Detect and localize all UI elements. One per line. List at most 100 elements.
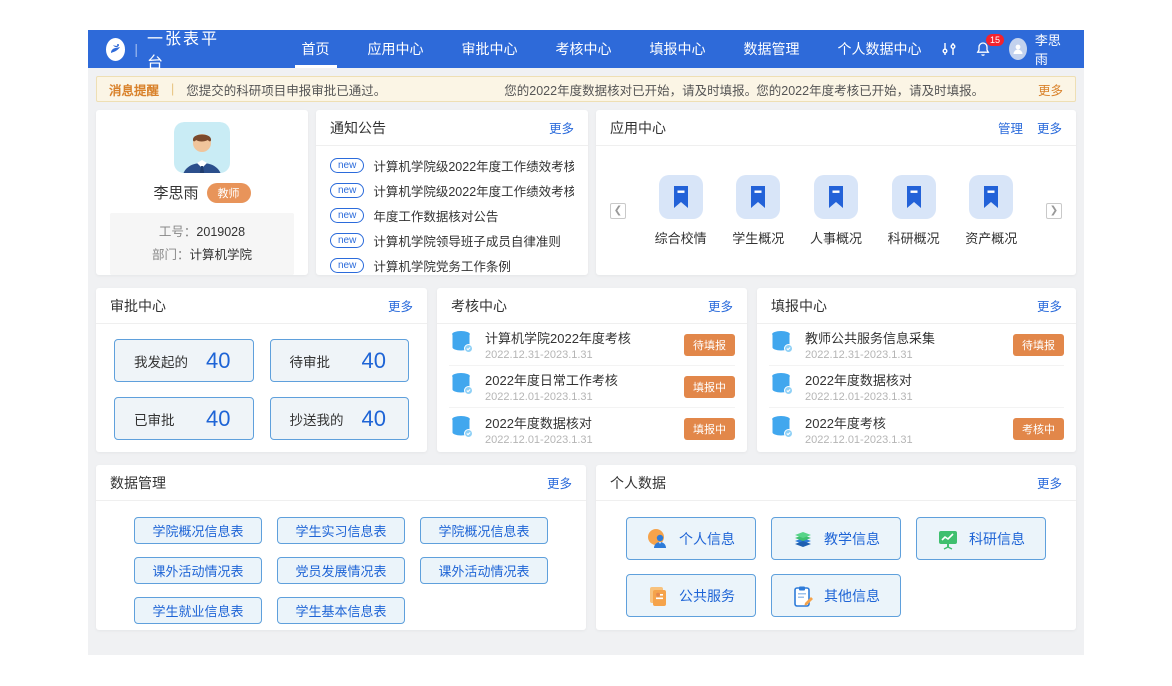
assessment-center-panel: 考核中心 更多 计算机学院2022年度考核 2022.12.31-2023.1.… <box>437 288 747 452</box>
stat-pending-approval[interactable]: 待审批 40 <box>270 339 410 382</box>
role-badge: 教师 <box>207 183 251 203</box>
clipboard-icon <box>792 585 814 607</box>
personal-data-title: 个人数据 <box>610 473 666 493</box>
data-management-panel: 数据管理 更多 学院概况信息表 学生实习信息表 学院概况信息表 课外活动情况表 … <box>96 465 586 630</box>
nav-item-approval-center[interactable]: 审批中心 <box>443 30 537 68</box>
data-management-title: 数据管理 <box>110 473 166 493</box>
notice-more-link[interactable]: 更多 <box>549 118 574 137</box>
research-info-button[interactable]: 科研信息 <box>916 517 1046 560</box>
approval-title: 审批中心 <box>110 296 166 316</box>
nav-item-reporting-center[interactable]: 填报中心 <box>631 30 725 68</box>
nav-item-home[interactable]: 首页 <box>283 30 349 68</box>
approval-center-panel: 审批中心 更多 我发起的 40 待审批 40 已审批 40 <box>96 288 427 452</box>
reporting-item[interactable]: 教师公共服务信息采集 2022.12.31-2023.1.31 待填报 <box>769 324 1064 366</box>
assessment-item[interactable]: 计算机学院2022年度考核 2022.12.31-2023.1.31 待填报 <box>449 324 735 366</box>
app-item-student-overview[interactable]: 学生概况 <box>725 175 791 247</box>
profile-avatar <box>174 122 230 173</box>
notification-count-badge: 15 <box>986 34 1004 46</box>
table-button[interactable]: 课外活动情况表 <box>420 557 548 584</box>
personal-data-grid: 个人信息 教学信息 科研信息 公共服务 <box>596 501 1076 630</box>
app-center-more-link[interactable]: 更多 <box>1037 118 1062 137</box>
assessment-item[interactable]: 2022年度数据核对 2022.12.01-2023.1.31 填报中 <box>449 408 735 450</box>
bookmark-icon <box>736 175 780 219</box>
table-button[interactable]: 学生就业信息表 <box>134 597 262 624</box>
alert-message[interactable]: 您提交的科研项目申报审批已通过。 <box>186 80 504 99</box>
brand[interactable]: | 一张表平台 <box>106 25 223 73</box>
new-badge: new <box>330 258 364 273</box>
profile-name: 李思雨 <box>153 182 198 203</box>
nav-item-data-management[interactable]: 数据管理 <box>725 30 819 68</box>
status-badge: 待填报 <box>1013 334 1064 356</box>
nav-item-personal-data-center[interactable]: 个人数据中心 <box>819 30 941 68</box>
notice-item[interactable]: new 计算机学院党务工作条例 <box>330 253 574 275</box>
user-avatar-icon <box>1009 38 1027 60</box>
new-badge: new <box>330 183 364 198</box>
public-service-button[interactable]: 公共服务 <box>626 574 756 617</box>
table-button[interactable]: 党员发展情况表 <box>277 557 405 584</box>
main-nav: 首页 应用中心 审批中心 考核中心 填报中心 数据管理 个人数据中心 <box>283 30 941 68</box>
other-info-button[interactable]: 其他信息 <box>771 574 901 617</box>
reporting-more-link[interactable]: 更多 <box>1037 296 1062 315</box>
bookmark-icon <box>659 175 703 219</box>
notice-item[interactable]: new 计算机学院级2022年度工作绩效考核结果公示 <box>330 153 574 178</box>
bookmark-icon <box>892 175 936 219</box>
app-item-hr-overview[interactable]: 人事概况 <box>803 175 869 247</box>
alert-message[interactable]: 您的2022年度考核已开始，请及时填报。 <box>756 80 1038 99</box>
status-badge: 填报中 <box>684 376 735 398</box>
personal-data-panel: 个人数据 更多 个人信息 教学信息 科研信息 <box>596 465 1076 630</box>
assessment-list: 计算机学院2022年度考核 2022.12.31-2023.1.31 待填报 2… <box>437 324 747 450</box>
app-item-research-overview[interactable]: 科研概况 <box>881 175 947 247</box>
table-button[interactable]: 学生实习信息表 <box>277 517 405 544</box>
notification-bell-icon[interactable]: 15 <box>975 39 991 59</box>
status-badge: 填报中 <box>684 418 735 440</box>
chevron-right-icon[interactable]: ❯ <box>1046 203 1062 219</box>
books-icon <box>792 528 814 550</box>
chart-board-icon <box>937 528 959 550</box>
alert-message[interactable]: 您的2022年度数据核对已开始，请及时填报。 <box>504 80 756 99</box>
assessment-title: 考核中心 <box>451 296 507 316</box>
user-name: 李思雨 <box>1035 30 1066 68</box>
new-badge: new <box>330 233 364 248</box>
stat-cc-to-me[interactable]: 抄送我的 40 <box>270 397 410 440</box>
reporting-item[interactable]: 2022年度考核 2022.12.01-2023.1.31 考核中 <box>769 408 1064 450</box>
table-button[interactable]: 学院概况信息表 <box>134 517 262 544</box>
database-icon <box>449 330 475 359</box>
notice-list: new 计算机学院级2022年度工作绩效考核结果公示 new 计算机学院级202… <box>316 146 588 275</box>
assessment-item[interactable]: 2022年度日常工作考核 2022.12.01-2023.1.31 填报中 <box>449 366 735 408</box>
personal-data-more-link[interactable]: 更多 <box>1037 473 1062 492</box>
profile-info-box: 工号：2019028 部门：计算机学院 <box>110 213 294 275</box>
notice-panel: 通知公告 更多 new 计算机学院级2022年度工作绩效考核结果公示 new 计… <box>316 110 588 275</box>
approval-stats: 我发起的 40 待审批 40 已审批 40 抄送我的 40 <box>96 324 427 452</box>
personal-info-button[interactable]: 个人信息 <box>626 517 756 560</box>
nav-item-assessment-center[interactable]: 考核中心 <box>537 30 631 68</box>
alert-more-link[interactable]: 更多 <box>1038 80 1063 99</box>
nav-item-app-center[interactable]: 应用中心 <box>349 30 443 68</box>
notice-item[interactable]: new 计算机学院级2022年度工作绩效考核办法 <box>330 178 574 203</box>
assessment-more-link[interactable]: 更多 <box>708 296 733 315</box>
app-item-asset-overview[interactable]: 资产概况 <box>958 175 1024 247</box>
person-icon <box>647 528 669 550</box>
sliders-icon[interactable] <box>941 39 957 59</box>
table-button[interactable]: 学生基本信息表 <box>277 597 405 624</box>
stat-approved[interactable]: 已审批 40 <box>114 397 254 440</box>
notice-item[interactable]: new 年度工作数据核对公告 <box>330 203 574 228</box>
app-center-manage-link[interactable]: 管理 <box>998 118 1023 137</box>
table-button[interactable]: 学院概况信息表 <box>420 517 548 544</box>
table-button[interactable]: 课外活动情况表 <box>134 557 262 584</box>
reporting-item[interactable]: 2022年度数据核对 2022.12.01-2023.1.31 <box>769 366 1064 408</box>
stat-initiated-by-me[interactable]: 我发起的 40 <box>114 339 254 382</box>
chevron-left-icon[interactable]: ❮ <box>610 203 626 219</box>
bookmark-icon <box>814 175 858 219</box>
bookmark-icon <box>969 175 1013 219</box>
data-management-more-link[interactable]: 更多 <box>547 473 572 492</box>
approval-more-link[interactable]: 更多 <box>388 296 413 315</box>
user-menu[interactable]: 李思雨 <box>1009 30 1066 68</box>
message-alert-bar: 消息提醒 | 您提交的科研项目申报审批已通过。 您的2022年度数据核对已开始，… <box>96 76 1076 102</box>
app-item-school-overview[interactable]: 综合校情 <box>648 175 714 247</box>
teaching-info-button[interactable]: 教学信息 <box>771 517 901 560</box>
app-list: 综合校情 学生概况 人事概况 科研概况 <box>636 175 1036 247</box>
platform-logo-icon <box>106 38 125 61</box>
brand-divider: | <box>134 41 138 57</box>
reporting-title: 填报中心 <box>771 296 827 316</box>
notice-item[interactable]: new 计算机学院领导班子成员自律准则 <box>330 228 574 253</box>
